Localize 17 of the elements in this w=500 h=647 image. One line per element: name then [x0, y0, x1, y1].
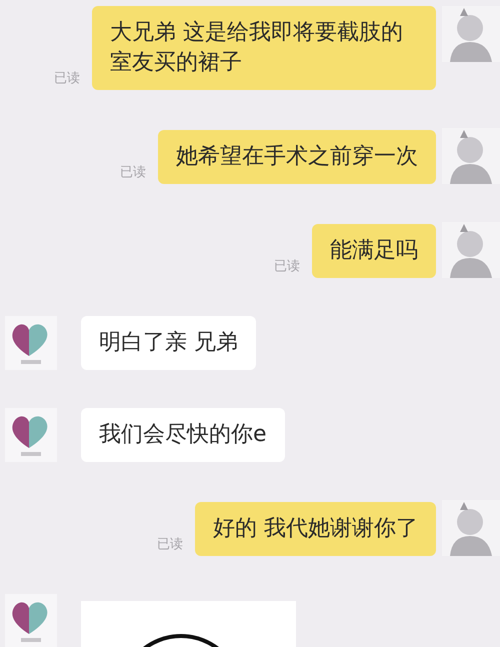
- read-status: 已读: [54, 70, 80, 88]
- message-bubble: 大兄弟 这是给我即将要截肢的室友买的裙子: [92, 6, 436, 90]
- message-bubble: 明白了亲 兄弟: [81, 316, 256, 370]
- heart-logo-icon: [5, 408, 57, 462]
- avatar-icon: [442, 128, 500, 184]
- read-status: 已读: [274, 258, 300, 276]
- message-bubble: 好的 我代她谢谢你了: [195, 502, 436, 556]
- avatar-icon: [442, 6, 500, 62]
- avatar-icon: [442, 500, 500, 556]
- message-bubble: 她希望在手术之前穿一次: [158, 130, 436, 184]
- heart-logo-icon: [5, 316, 57, 370]
- message-bubble: 能满足吗: [312, 224, 436, 278]
- avatar-icon: [442, 222, 500, 278]
- read-status: 已读: [157, 536, 183, 554]
- message-bubble: 我们会尽快的你e: [81, 408, 285, 462]
- read-status: 已读: [120, 164, 146, 182]
- heart-logo-icon: [5, 594, 57, 647]
